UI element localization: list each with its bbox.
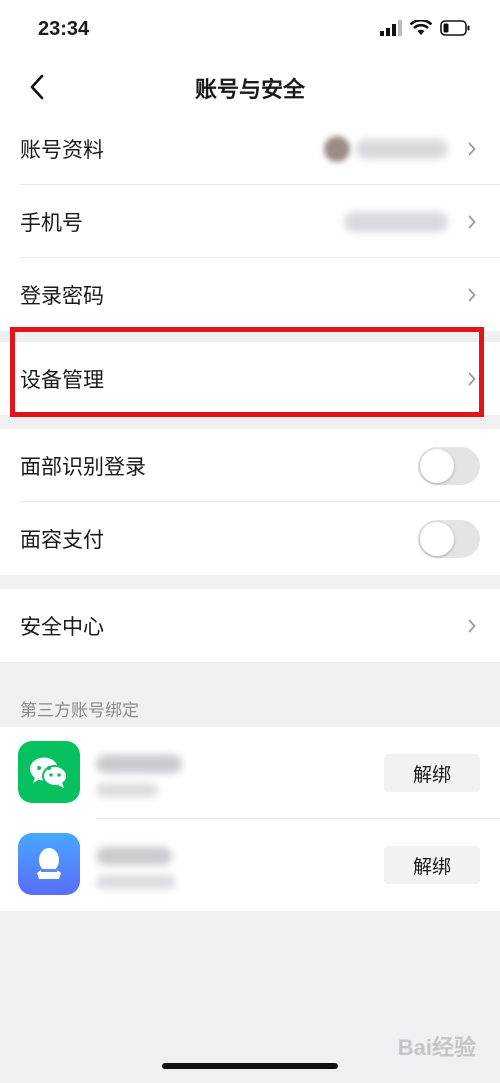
page-title: 账号与安全 — [194, 78, 305, 103]
avatar — [324, 135, 350, 162]
home-indicator — [162, 1063, 338, 1069]
face-login-toggle[interactable] — [418, 446, 480, 485]
wechat-binding-row: 解绑 — [0, 727, 500, 819]
status-time: 23:34 — [38, 18, 90, 40]
third-party-header: 第三方账号绑定 — [20, 701, 139, 721]
blurred-account-name — [96, 847, 172, 865]
row-label: 登录密码 — [20, 283, 104, 308]
row-label: 账号资料 — [20, 137, 104, 162]
wechat-icon — [18, 741, 80, 803]
chevron-right-icon — [468, 619, 476, 632]
security-group: 安全中心 — [0, 589, 500, 662]
blurred-account-detail — [96, 875, 176, 889]
account-info-group: 账号资料 手机号 登录密码 — [0, 112, 500, 331]
blurred-account-detail — [96, 783, 158, 797]
face-pay-toggle[interactable] — [418, 519, 480, 558]
nav-bar: 账号与安全 — [0, 60, 500, 116]
unbind-qq-button[interactable]: 解绑 — [384, 846, 480, 884]
security-center-row[interactable]: 安全中心 — [0, 589, 500, 662]
qq-binding-row: 解绑 — [0, 819, 500, 911]
row-label: 面容支付 — [20, 527, 104, 552]
row-label: 手机号 — [20, 210, 83, 235]
status-icons — [380, 20, 470, 36]
row-label: 面部识别登录 — [20, 454, 146, 479]
biometric-group: 面部识别登录 面容支付 — [0, 429, 500, 575]
unbind-wechat-button[interactable]: 解绑 — [384, 754, 480, 792]
wifi-icon — [410, 20, 432, 35]
face-pay-row: 面容支付 — [0, 502, 500, 575]
row-label: 安全中心 — [20, 614, 104, 639]
highlight-box — [10, 327, 484, 417]
blurred-account-name — [96, 755, 182, 773]
chevron-right-icon — [468, 215, 476, 228]
third-party-group: 解绑 解绑 — [0, 727, 500, 911]
battery-icon — [440, 20, 470, 36]
blurred-value — [344, 211, 448, 232]
status-bar: 23:34 — [0, 0, 500, 60]
watermark-logo: Bai经验 — [397, 1035, 476, 1060]
login-password-row[interactable]: 登录密码 — [0, 258, 500, 331]
chevron-right-icon — [468, 142, 476, 155]
chevron-right-icon — [468, 288, 476, 301]
signal-icon — [380, 20, 402, 36]
face-login-row: 面部识别登录 — [0, 429, 500, 502]
phone-number-row[interactable]: 手机号 — [0, 185, 500, 258]
qq-icon — [18, 833, 80, 895]
blurred-value — [356, 138, 448, 159]
account-profile-row[interactable]: 账号资料 — [0, 112, 500, 185]
